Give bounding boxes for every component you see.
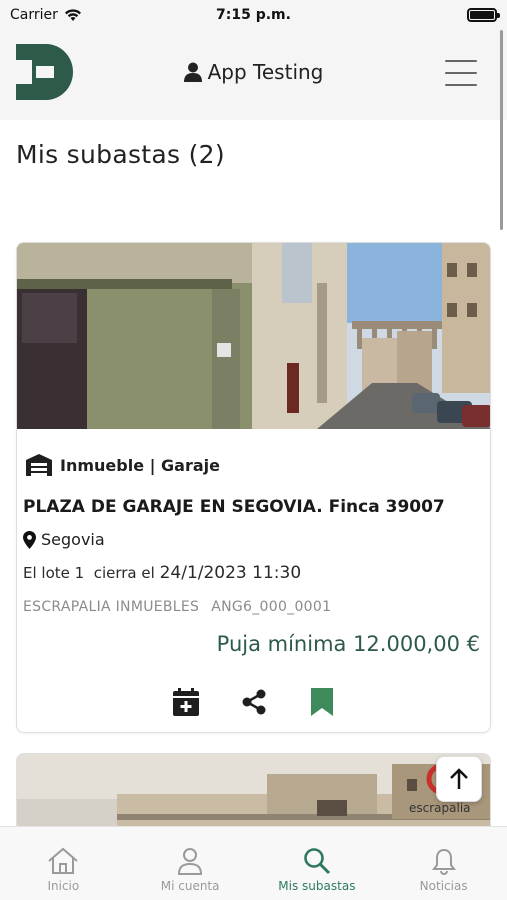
- hamburger-menu-icon[interactable]: [445, 60, 477, 86]
- card-reference: ESCRAPALIA INMUEBLES ANG6_000_0001: [23, 599, 331, 615]
- share-icon: [242, 689, 265, 715]
- wifi-icon: [64, 9, 81, 21]
- home-icon: [48, 847, 79, 874]
- closing-prefix: El lote 1 cierra el: [23, 564, 155, 582]
- tab-label: Mis subastas: [278, 879, 356, 893]
- bookmark-button[interactable]: [306, 686, 338, 718]
- battery-icon: [467, 8, 500, 22]
- property-photo[interactable]: [17, 243, 491, 429]
- calendar-add-icon: [172, 688, 199, 716]
- seller-label: ESCRAPALIA INMUEBLES: [23, 599, 200, 615]
- bottom-tab-bar: Inicio Mi cuenta Mis subastas Noticias: [0, 826, 507, 900]
- page-title: Mis subastas (2): [16, 140, 225, 169]
- bookmark-icon: [310, 688, 333, 716]
- category-label: Inmueble | Garaje: [60, 455, 220, 475]
- card-actions: [17, 686, 490, 718]
- tab-noticias[interactable]: Noticias: [380, 827, 507, 900]
- card-closing: El lote 1 cierra el 24/1/2023 11:30: [23, 563, 301, 583]
- building-icon: [26, 454, 52, 476]
- escrapalia-watermark-text: escrapalia: [409, 801, 471, 815]
- tab-mi-cuenta[interactable]: Mi cuenta: [127, 827, 254, 900]
- header-user[interactable]: App Testing: [0, 60, 507, 84]
- status-bar: Carrier 7:15 p.m.: [0, 0, 507, 30]
- carrier-label: Carrier: [10, 7, 58, 23]
- user-icon: [183, 62, 202, 82]
- tab-label: Inicio: [47, 879, 80, 893]
- card-location: Segovia: [23, 530, 105, 549]
- add-to-calendar-button[interactable]: [170, 686, 202, 718]
- location-pin-icon: [23, 530, 36, 549]
- status-left: Carrier: [10, 7, 82, 23]
- auction-card[interactable]: Inmueble | Garaje PLAZA DE GARAJE EN SEG…: [16, 242, 491, 733]
- scroll-to-top-button[interactable]: [436, 756, 482, 802]
- card-category: Inmueble | Garaje: [26, 454, 220, 476]
- arrow-up-icon: [450, 768, 468, 789]
- reference-code: ANG6_000_0001: [211, 599, 332, 615]
- scroll-indicator[interactable]: [500, 30, 503, 230]
- tab-inicio[interactable]: Inicio: [0, 827, 127, 900]
- user-icon: [178, 848, 203, 875]
- tab-label: Mi cuenta: [160, 879, 220, 893]
- tab-label: Noticias: [419, 879, 468, 893]
- app-header: App Testing: [0, 30, 507, 120]
- tab-mis-subastas[interactable]: Mis subastas: [254, 827, 381, 900]
- location-label: Segovia: [41, 530, 105, 549]
- search-icon: [304, 848, 330, 875]
- share-button[interactable]: [238, 686, 270, 718]
- user-name: App Testing: [207, 60, 324, 84]
- minimum-bid: Puja mínima 12.000,00 €: [216, 632, 480, 656]
- card-title[interactable]: PLAZA DE GARAJE EN SEGOVIA. Finca 39007: [23, 497, 485, 517]
- closing-date: 24/1/2023 11:30: [159, 563, 302, 583]
- bell-icon: [431, 848, 456, 875]
